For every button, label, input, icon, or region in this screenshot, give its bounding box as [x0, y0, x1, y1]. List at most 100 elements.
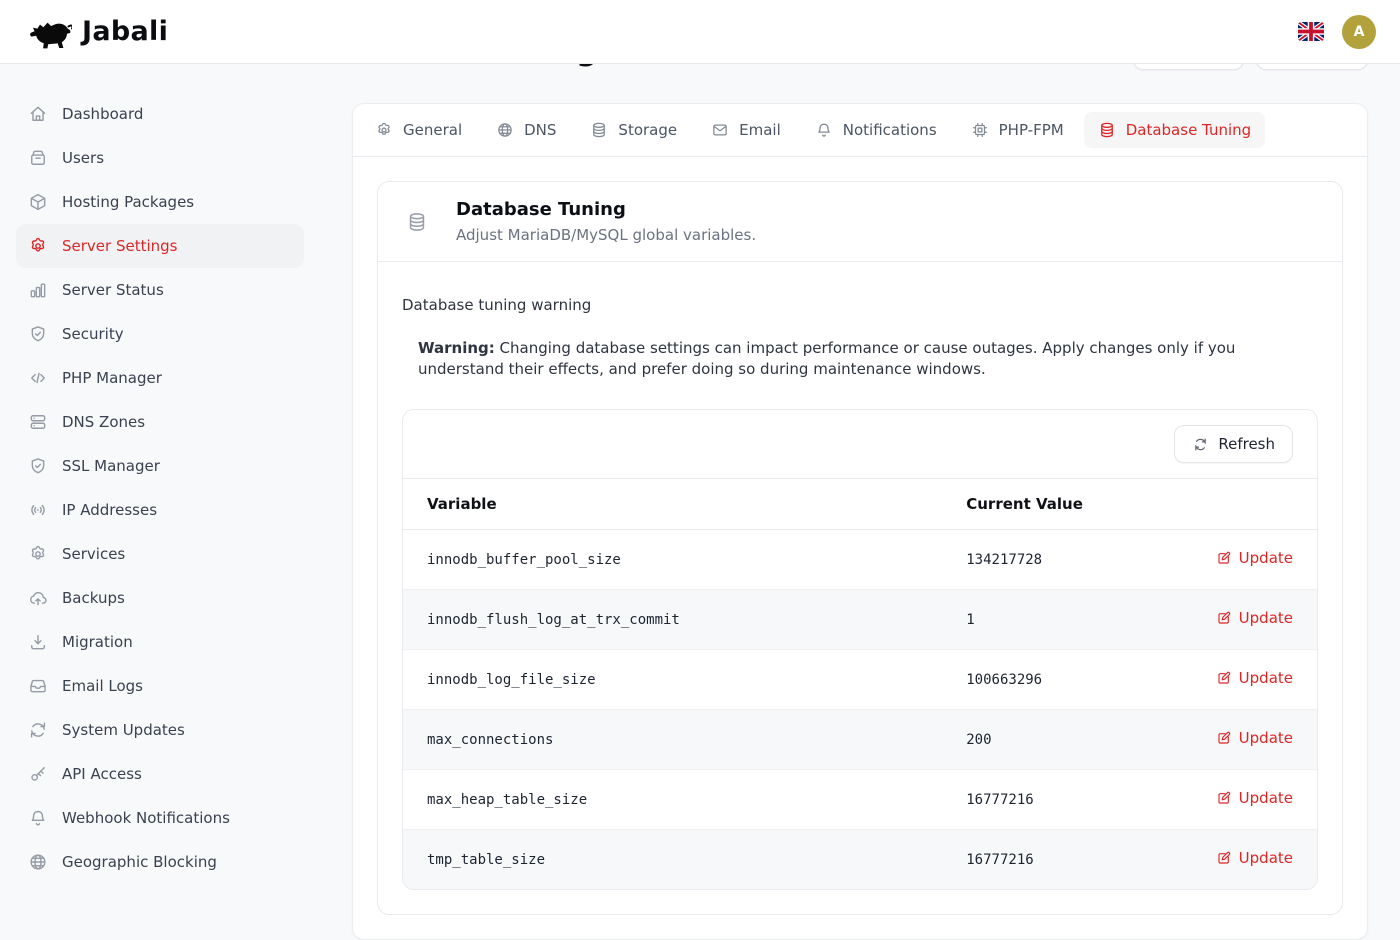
sidebar-item-services[interactable]: Services	[16, 532, 304, 576]
sidebar: Dashboard Users Hosting Packages Server …	[0, 64, 320, 900]
cube-icon	[28, 192, 48, 212]
tab-database-tuning[interactable]: Database Tuning	[1084, 112, 1265, 148]
section-body: Database tuning warning Warning: Changin…	[378, 262, 1342, 914]
column-header-variable: Variable	[403, 479, 942, 530]
sidebar-item-security[interactable]: Security	[16, 312, 304, 356]
download-tray-icon	[28, 632, 48, 652]
sidebar-item-server-status[interactable]: Server Status	[16, 268, 304, 312]
value-cell: 16777216	[942, 830, 1180, 890]
database-tuning-section: Database Tuning Adjust MariaDB/MySQL glo…	[377, 181, 1343, 915]
update-button[interactable]: Update	[1216, 789, 1293, 807]
refresh-button[interactable]: Refresh	[1174, 425, 1293, 463]
shield-check-icon	[28, 324, 48, 344]
tab-label: Database Tuning	[1126, 121, 1251, 139]
sidebar-item-label: Geographic Blocking	[62, 853, 217, 871]
sidebar-item-geographic-blocking[interactable]: Geographic Blocking	[16, 840, 304, 884]
update-button[interactable]: Update	[1216, 609, 1293, 627]
variable-cell: innodb_buffer_pool_size	[403, 530, 942, 590]
database-icon	[406, 207, 428, 237]
variable-cell: tmp_table_size	[403, 830, 942, 890]
update-button[interactable]: Update	[1216, 729, 1293, 747]
tab-label: PHP-FPM	[999, 121, 1064, 139]
code-icon	[28, 368, 48, 388]
sidebar-item-dns-zones[interactable]: DNS Zones	[16, 400, 304, 444]
column-header-current-value: Current Value	[942, 479, 1180, 530]
sidebar-item-backups[interactable]: Backups	[16, 576, 304, 620]
gear-icon	[28, 544, 48, 564]
inbox-icon	[28, 676, 48, 696]
sidebar-item-php-manager[interactable]: PHP Manager	[16, 356, 304, 400]
sidebar-item-label: Webhook Notifications	[62, 809, 230, 827]
table-header-row: Variable Current Value	[403, 479, 1317, 530]
gear-icon	[375, 121, 393, 139]
tab-email[interactable]: Email	[697, 112, 795, 148]
sidebar-item-ip-addresses[interactable]: IP Addresses	[16, 488, 304, 532]
warning-intro: Database tuning warning	[402, 296, 1318, 314]
tab-label: General	[403, 121, 462, 139]
sidebar-item-dashboard[interactable]: Dashboard	[16, 92, 304, 136]
top-header: Jabali A	[0, 0, 1400, 64]
language-flag-button[interactable]	[1296, 20, 1326, 43]
value-cell: 16777216	[942, 770, 1180, 830]
tab-bar: General DNS Storage Email Notifications …	[353, 104, 1367, 157]
envelope-icon	[711, 121, 729, 139]
update-button[interactable]: Update	[1216, 549, 1293, 567]
tab-notifications[interactable]: Notifications	[801, 112, 951, 148]
database-icon	[1098, 121, 1116, 139]
sidebar-item-migration[interactable]: Migration	[16, 620, 304, 664]
pencil-square-icon	[1216, 850, 1232, 866]
uk-flag-icon	[1298, 22, 1324, 41]
section-subtitle: Adjust MariaDB/MySQL global variables.	[456, 226, 756, 244]
pencil-square-icon	[1216, 790, 1232, 806]
globe-icon	[28, 852, 48, 872]
archive-icon	[28, 148, 48, 168]
tab-general[interactable]: General	[361, 112, 476, 148]
variable-cell: max_heap_table_size	[403, 770, 942, 830]
value-cell: 134217728	[942, 530, 1180, 590]
variable-cell: innodb_log_file_size	[403, 650, 942, 710]
sidebar-item-system-updates[interactable]: System Updates	[16, 708, 304, 752]
table-row: max_connections 200 Update	[403, 710, 1317, 770]
tab-php-fpm[interactable]: PHP-FPM	[957, 112, 1078, 148]
sidebar-item-label: Security	[62, 325, 124, 343]
sidebar-item-ssl-manager[interactable]: SSL Manager	[16, 444, 304, 488]
key-icon	[28, 764, 48, 784]
bell-icon	[28, 808, 48, 828]
tab-label: DNS	[524, 121, 556, 139]
tab-storage[interactable]: Storage	[576, 112, 691, 148]
cpu-icon	[971, 121, 989, 139]
variable-cell: innodb_flush_log_at_trx_commit	[403, 590, 942, 650]
pencil-square-icon	[1216, 670, 1232, 686]
sidebar-item-hosting-packages[interactable]: Hosting Packages	[16, 180, 304, 224]
update-button[interactable]: Update	[1216, 669, 1293, 687]
table-row: max_heap_table_size 16777216 Update	[403, 770, 1317, 830]
bell-icon	[815, 121, 833, 139]
sidebar-item-label: Services	[62, 545, 125, 563]
sidebar-item-server-settings[interactable]: Server Settings	[16, 224, 304, 268]
column-header-actions	[1180, 479, 1317, 530]
section-title: Database Tuning	[456, 199, 756, 220]
broadcast-icon	[28, 500, 48, 520]
update-button[interactable]: Update	[1216, 849, 1293, 867]
variables-table-card: Refresh Variable Current Value	[402, 409, 1318, 890]
sidebar-item-webhook-notifications[interactable]: Webhook Notifications	[16, 796, 304, 840]
sidebar-item-label: Dashboard	[62, 105, 143, 123]
warning-text: Warning: Changing database settings can …	[418, 338, 1318, 379]
settings-card: General DNS Storage Email Notifications …	[352, 103, 1368, 940]
sidebar-item-label: Migration	[62, 633, 133, 651]
brand[interactable]: Jabali	[24, 12, 168, 52]
gear-icon	[28, 236, 48, 256]
pencil-square-icon	[1216, 610, 1232, 626]
section-header: Database Tuning Adjust MariaDB/MySQL glo…	[378, 182, 1342, 262]
sidebar-item-api-access[interactable]: API Access	[16, 752, 304, 796]
variable-cell: max_connections	[403, 710, 942, 770]
sidebar-item-label: Users	[62, 149, 104, 167]
warning-label: Warning:	[418, 339, 495, 357]
sidebar-item-users[interactable]: Users	[16, 136, 304, 180]
server-stack-icon	[28, 412, 48, 432]
avatar[interactable]: A	[1342, 15, 1376, 49]
sidebar-item-label: IP Addresses	[62, 501, 157, 519]
tab-dns[interactable]: DNS	[482, 112, 570, 148]
table-row: innodb_buffer_pool_size 134217728 Update	[403, 530, 1317, 590]
sidebar-item-email-logs[interactable]: Email Logs	[16, 664, 304, 708]
